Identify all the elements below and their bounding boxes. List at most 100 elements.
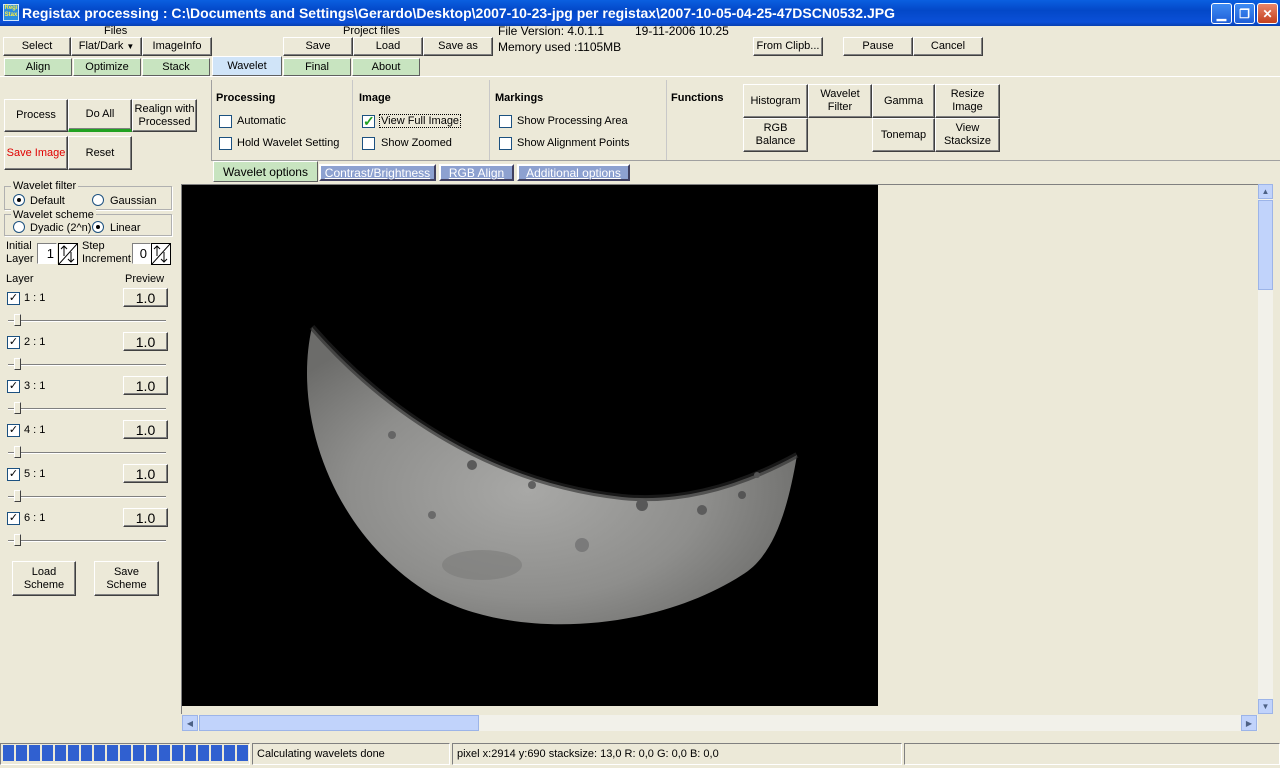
scheme-dyadic-radio[interactable] [13, 221, 25, 233]
realign-button[interactable]: Realign with Processed [132, 99, 197, 132]
tab-align[interactable]: Align [4, 58, 72, 76]
tab-about[interactable]: About [352, 58, 420, 76]
panel-separator [352, 80, 353, 160]
app-icon[interactable]: Regi Stax [3, 4, 19, 21]
layer-6-label: 6 : 1 [24, 512, 46, 524]
layer-1-preview-button[interactable]: 1.0 [123, 288, 168, 307]
show-processing-area-checkbox[interactable] [499, 115, 512, 128]
layer-6-slider-thumb[interactable] [14, 534, 21, 546]
step-increment-spinner[interactable] [151, 243, 171, 265]
scroll-down-icon[interactable]: ▼ [1258, 699, 1273, 714]
vertical-scroll-thumb[interactable] [1258, 200, 1273, 290]
view-stacksize-button[interactable]: View Stacksize [935, 118, 1000, 152]
progress-block [68, 745, 79, 761]
layer-5-slider-thumb[interactable] [14, 490, 21, 502]
pixel-info: pixel x:2914 y:690 stacksize: 13,0 R: 0,… [452, 743, 902, 765]
tab-wavelet-options[interactable]: Wavelet options [213, 161, 318, 182]
minimize-icon[interactable]: ▁ [1211, 3, 1232, 24]
tab-additional-options[interactable]: Additional options [517, 164, 630, 181]
tab-rgb-align[interactable]: RGB Align [439, 164, 514, 181]
step-increment-value[interactable]: 0 [132, 243, 151, 264]
layer-5-checkbox[interactable]: ✓ [7, 468, 20, 481]
save-scheme-button[interactable]: Save Scheme [94, 561, 159, 596]
flatdark-button[interactable]: Flat/Dark ▼ [71, 37, 142, 56]
layer-5-preview-button[interactable]: 1.0 [123, 464, 168, 483]
automatic-label: Automatic [237, 115, 286, 127]
layer-2-slider-track [8, 364, 166, 366]
filter-gaussian-radio[interactable] [92, 194, 104, 206]
view-full-image-label: View Full Image [379, 114, 462, 128]
progress-block [29, 745, 40, 761]
progress-block [81, 745, 92, 761]
progress-block [133, 745, 144, 761]
initial-layer-spinner[interactable] [58, 243, 78, 265]
process-button[interactable]: Process [4, 99, 68, 132]
automatic-checkbox[interactable] [219, 115, 232, 128]
scheme-linear-radio[interactable] [92, 221, 104, 233]
layer-1-slider-thumb[interactable] [14, 314, 21, 326]
hold-wavelet-checkbox[interactable] [219, 137, 232, 150]
progress-block [107, 745, 118, 761]
resize-image-button[interactable]: Resize Image [935, 84, 1000, 118]
show-zoomed-checkbox[interactable] [362, 137, 375, 150]
layer-2-slider-thumb[interactable] [14, 358, 21, 370]
layer-4-preview-button[interactable]: 1.0 [123, 420, 168, 439]
layer-2-preview-button[interactable]: 1.0 [123, 332, 168, 351]
project-load-button[interactable]: Load [353, 37, 423, 56]
initial-layer-line2: Layer [6, 253, 34, 265]
from-clipboard-button[interactable]: From Clipb... [753, 37, 823, 56]
layer-1-checkbox[interactable]: ✓ [7, 292, 20, 305]
maximize-icon[interactable]: ❐ [1234, 3, 1255, 24]
filter-gaussian-label: Gaussian [110, 195, 157, 207]
progress-block [159, 745, 170, 761]
layer-3-checkbox[interactable]: ✓ [7, 380, 20, 393]
cancel-button[interactable]: Cancel [913, 37, 983, 56]
layer-2-checkbox[interactable]: ✓ [7, 336, 20, 349]
tab-final[interactable]: Final [283, 58, 351, 76]
filter-default-radio[interactable] [13, 194, 25, 206]
layer-4-slider-thumb[interactable] [14, 446, 21, 458]
select-button[interactable]: Select [3, 37, 71, 56]
layer-3-slider-track [8, 408, 166, 410]
view-full-image-checkbox[interactable]: ✓ [362, 114, 375, 128]
wavelet-filter-button[interactable]: Wavelet Filter [808, 84, 872, 118]
initial-layer-value[interactable]: 1 [37, 243, 57, 264]
layer-6-preview-button[interactable]: 1.0 [123, 508, 168, 527]
imageinfo-button[interactable]: ImageInfo [142, 37, 212, 56]
scroll-up-icon[interactable]: ▲ [1258, 184, 1273, 199]
title-bar[interactable]: Regi Stax Registax processing : C:\Docum… [0, 0, 1280, 26]
status-message: Calculating wavelets done [252, 743, 450, 765]
scroll-left-icon[interactable]: ◀ [182, 715, 198, 731]
horizontal-scroll-thumb[interactable] [199, 715, 479, 731]
layer-4-checkbox[interactable]: ✓ [7, 424, 20, 437]
layer-6-checkbox[interactable]: ✓ [7, 512, 20, 525]
scroll-right-icon[interactable]: ▶ [1241, 715, 1257, 731]
close-icon[interactable]: ✕ [1257, 3, 1278, 24]
moon-image[interactable] [182, 185, 878, 706]
memory-used: Memory used :1105MB [498, 40, 622, 54]
load-scheme-button[interactable]: Load Scheme [12, 561, 76, 596]
reset-button[interactable]: Reset [68, 136, 132, 170]
do-all-button[interactable]: Do All [68, 99, 132, 132]
tab-wavelet[interactable]: Wavelet [212, 56, 282, 76]
progress-block [3, 745, 14, 761]
layer-3-preview-button[interactable]: 1.0 [123, 376, 168, 395]
histogram-button[interactable]: Histogram [743, 84, 808, 118]
project-save-as-button[interactable]: Save as [423, 37, 493, 56]
rgb-balance-button[interactable]: RGB Balance [743, 118, 808, 152]
progress-block [185, 745, 196, 761]
preview-header: Preview [125, 273, 165, 285]
spinner-arrows-icon [58, 243, 78, 265]
tab-stack[interactable]: Stack [142, 58, 210, 76]
project-save-button[interactable]: Save [283, 37, 353, 56]
layer-3-slider-thumb[interactable] [14, 402, 21, 414]
file-version: File Version: 4.0.1.1 [498, 24, 605, 38]
tonemap-button[interactable]: Tonemap [872, 118, 935, 152]
tab-contrast-brightness[interactable]: Contrast/Brightness [319, 164, 436, 181]
status-extra [904, 743, 1280, 765]
tab-optimize[interactable]: Optimize [73, 58, 141, 76]
show-alignment-points-checkbox[interactable] [499, 137, 512, 150]
pause-button[interactable]: Pause [843, 37, 913, 56]
gamma-button[interactable]: Gamma [872, 84, 935, 118]
save-image-button[interactable]: Save Image [4, 136, 68, 170]
